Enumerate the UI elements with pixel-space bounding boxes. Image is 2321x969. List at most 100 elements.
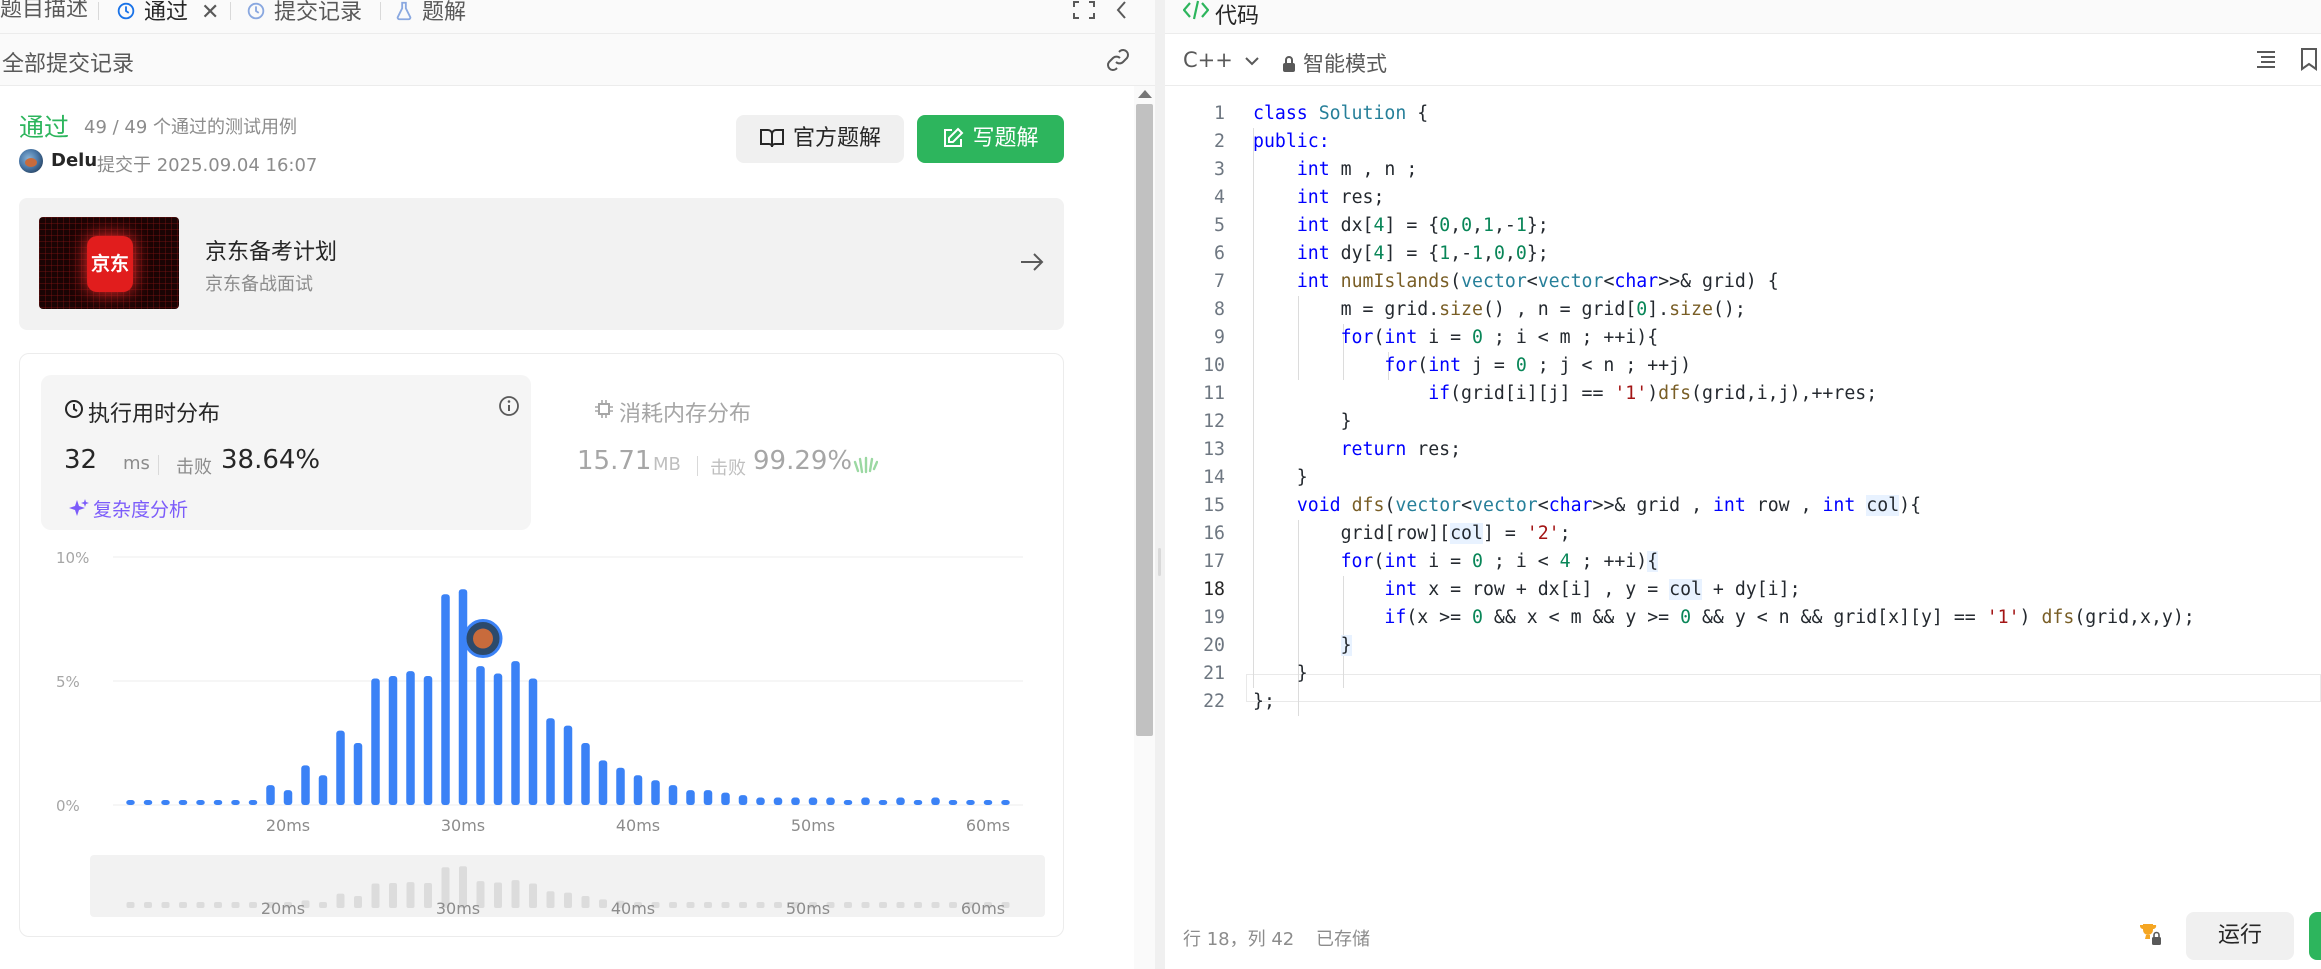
code-line: };	[1253, 691, 1275, 712]
tab-submissions-label: 提交记录	[274, 0, 363, 25]
runtime-histogram[interactable]: 0% 5% 10% 20ms 30ms 40ms 50ms 60ms 20ms 30ms 40ms 5…	[20, 354, 1065, 938]
line-number: 7	[1214, 271, 1225, 292]
code-line: if(x >= 0 && x < m && y >= 0 && y < n &&…	[1384, 607, 2195, 628]
status-accepted: 通过	[19, 113, 70, 142]
tab-solutions-label: 题解	[422, 0, 467, 25]
fullscreen-icon[interactable]	[1072, 0, 1096, 20]
avatar-marker-inner	[473, 628, 493, 649]
all-submissions-title: 全部提交记录	[2, 52, 135, 77]
histogram-bar	[948, 800, 958, 805]
histogram-bar	[703, 790, 713, 805]
histogram-bar	[546, 718, 555, 805]
code-line: int dy[4] = {1,-1,0,0};	[1296, 243, 1549, 264]
promo-card[interactable]: 京东 京东备考计划 京东备战面试	[19, 198, 1064, 330]
histogram-bar	[336, 730, 345, 805]
flask-icon	[396, 1, 412, 21]
histogram-bar	[458, 589, 468, 805]
code-line: int dx[4] = {0,0,1,-1};	[1296, 215, 1549, 236]
brush-bar	[774, 902, 782, 908]
trophy-lock-icon[interactable]	[2137, 921, 2163, 947]
histogram-bar	[248, 800, 258, 805]
histogram-bar	[178, 800, 188, 805]
code-line: class Solution {	[1253, 103, 1429, 124]
smart-mode-toggle[interactable]: 智能模式	[1281, 48, 1387, 78]
chevron-left-icon[interactable]	[1114, 0, 1130, 20]
promo-image: 京东	[39, 217, 179, 309]
brush-bar	[564, 892, 572, 908]
histogram-bar	[896, 797, 905, 805]
histogram-bar	[966, 800, 975, 805]
histogram-bar	[686, 790, 695, 805]
histogram-bar	[441, 594, 450, 805]
histogram-bar	[423, 676, 433, 805]
code-line: int numIslands(vector<vector<char>>& gri…	[1296, 271, 1779, 292]
tab-accepted[interactable]: 通过 ✕	[115, 0, 219, 25]
x-tick-label: 40ms	[616, 816, 660, 835]
code-line: for(int i = 0 ; i < m ; ++i){	[1340, 327, 1659, 348]
code-icon	[1183, 0, 1209, 20]
brush-bar	[756, 902, 765, 908]
code-editor[interactable]: 1 class Solution { 2 public: 3 int m , n…	[1165, 100, 2321, 720]
code-line: }	[1253, 411, 1352, 432]
tab-separator	[98, 2, 99, 20]
brush-bar	[319, 902, 327, 908]
histogram-bar	[528, 678, 538, 805]
brush-bar	[494, 882, 502, 908]
code-line: int m , n ;	[1296, 159, 1418, 180]
line-number: 6	[1214, 243, 1225, 264]
brush-bar	[126, 902, 135, 908]
histogram-bar	[353, 743, 363, 805]
histogram-bar	[721, 792, 730, 805]
code-line: }	[1253, 663, 1308, 684]
brush-bar	[844, 902, 852, 908]
line-number: 14	[1203, 467, 1225, 488]
code-line: return res;	[1340, 439, 1462, 460]
link-icon[interactable]	[1105, 48, 1131, 72]
official-solution-button[interactable]: 官方题解	[736, 115, 904, 163]
tab-description[interactable]: 题目描述	[0, 0, 88, 22]
brush-bar	[336, 893, 345, 908]
tab-description-label: 题目描述	[0, 0, 89, 22]
run-button[interactable]: 运行	[2186, 912, 2294, 960]
bookmark-icon[interactable]	[2300, 47, 2318, 71]
avatar[interactable]	[19, 149, 43, 173]
brush-tick-label: 20ms	[261, 899, 305, 918]
submit-button[interactable]	[2309, 912, 2321, 960]
histogram-bar	[633, 775, 643, 805]
x-tick-label: 60ms	[966, 816, 1010, 835]
user-name[interactable]: Delu	[51, 150, 97, 171]
current-line-highlight	[1246, 674, 2321, 702]
code-panel-title: 代码	[1215, 4, 1260, 29]
histogram-bar	[931, 797, 940, 805]
code-line: void dfs(vector<vector<char>>& grid , in…	[1296, 495, 1922, 516]
scrollbar-thumb[interactable]	[1136, 104, 1153, 736]
line-number: 19	[1203, 607, 1225, 628]
book-icon	[759, 129, 784, 148]
brush-bar	[861, 902, 870, 908]
x-tick-label: 20ms	[266, 816, 310, 835]
tab-solutions[interactable]: 题解	[393, 0, 467, 25]
write-solution-button[interactable]: 写题解	[917, 115, 1064, 163]
histogram-bar	[738, 795, 748, 805]
histogram-bar	[651, 780, 660, 805]
histogram-bar	[791, 797, 800, 805]
vertical-scrollbar[interactable]	[1134, 86, 1155, 969]
code-line: }	[1253, 467, 1308, 488]
brush-tick-label: 50ms	[786, 899, 830, 918]
panel-resizer[interactable]	[1155, 0, 1165, 969]
close-icon[interactable]: ✕	[201, 0, 219, 25]
y-tick-label: 0%	[56, 797, 80, 815]
brush-bar	[249, 902, 257, 908]
histogram-bar	[878, 800, 888, 805]
histogram-bar	[231, 800, 240, 805]
tab-submissions[interactable]: 提交记录	[245, 0, 363, 25]
resize-handle[interactable]	[1158, 548, 1161, 576]
brush-bar	[949, 902, 957, 908]
format-icon[interactable]	[2255, 48, 2277, 70]
x-tick-label: 50ms	[791, 816, 835, 835]
scroll-up-icon[interactable]	[1138, 90, 1152, 98]
write-solution-label: 写题解	[972, 126, 1039, 151]
brush-bar	[931, 902, 940, 908]
language-select[interactable]: C++	[1183, 48, 1260, 72]
line-number: 15	[1203, 495, 1225, 516]
